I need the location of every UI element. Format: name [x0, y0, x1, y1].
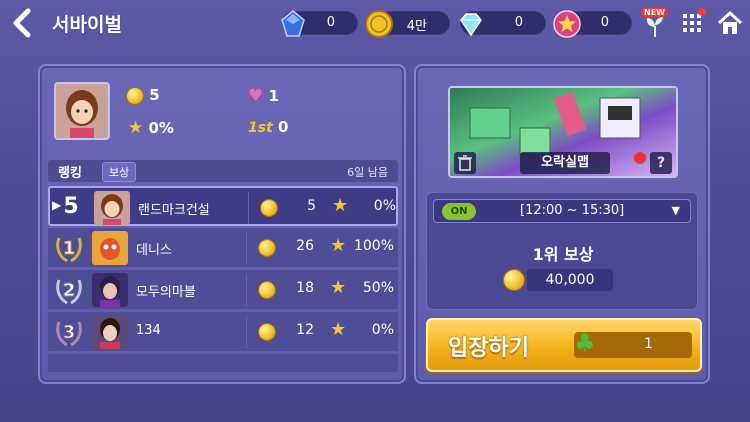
schedule-box: ON [12:00 ~ 15:30] ▼ 1위 보상 40,000 — [426, 192, 698, 310]
map-name: 오락실맵 — [520, 152, 610, 174]
reward-tab[interactable]: 보상 — [102, 162, 137, 182]
back-arrow-icon[interactable] — [10, 8, 34, 38]
row-avatar — [92, 231, 128, 265]
rank-number: 3 — [63, 322, 76, 343]
table-row[interactable]: 3 134 12 ★ 0% — [48, 312, 398, 352]
player-score: 18 — [296, 280, 314, 296]
player-percent: 0% — [371, 322, 394, 338]
ranking-header: 랭킹 보상 6일 남음 — [48, 160, 398, 182]
enter-button[interactable]: 입장하기 ♣ 1 — [426, 318, 702, 372]
blue-gem-counter[interactable]: 0 — [281, 10, 358, 37]
rank-number: 1 — [63, 238, 76, 259]
diamond-counter[interactable]: 0 — [460, 11, 546, 37]
mode-panel: 오락실맵 ? ON [12:00 ~ 15:30] ▼ 1위 보상 40,000… — [414, 64, 710, 384]
star-icon: ★ — [330, 235, 347, 256]
notification-dot — [698, 8, 706, 16]
player-name: 모두의마블 — [136, 285, 196, 300]
row-avatar — [94, 191, 130, 225]
star-token-counter[interactable]: 0 — [553, 10, 632, 38]
divider — [246, 316, 247, 348]
player-percent: 50% — [362, 280, 394, 296]
help-icon[interactable]: ? — [650, 152, 672, 174]
player-percent: 0% — [373, 198, 396, 214]
player-name: 134 — [136, 323, 161, 338]
player-score: 5 — [307, 198, 316, 214]
coin-icon — [260, 199, 278, 217]
blue-gem-icon — [281, 10, 305, 37]
player-name: 데니스 — [136, 243, 172, 258]
divider — [246, 232, 247, 264]
clover-cost: ♣ 1 — [574, 329, 692, 358]
top-bar: 서바이벌 0 4만 0 0 NEW — [0, 0, 750, 46]
gold-coin-counter[interactable]: 4만 — [365, 10, 450, 38]
sprout-icon[interactable] — [644, 14, 666, 38]
first-place-stat: 1st 0 — [248, 118, 289, 136]
page-title: 서바이벌 — [52, 14, 122, 36]
coin-icon — [258, 281, 276, 299]
avatar[interactable] — [54, 82, 110, 140]
clover-count: 1 — [644, 336, 653, 352]
gold-coin-icon — [365, 10, 393, 38]
bronze-medal-icon: 3 — [56, 321, 82, 347]
star-icon: ★ — [330, 319, 347, 340]
trash-icon[interactable] — [454, 152, 476, 174]
map-preview[interactable]: 오락실맵 ? — [448, 86, 678, 178]
home-icon[interactable] — [716, 9, 744, 37]
table-row[interactable]: 1 데니스 26 ★ 100% — [48, 228, 398, 268]
menu-grid-icon[interactable] — [682, 13, 702, 33]
first-place-icon: 1st — [248, 120, 273, 136]
on-toggle[interactable]: ON — [442, 203, 476, 220]
silver-medal-icon: 2 — [56, 279, 82, 305]
player-avatar-image — [56, 84, 108, 138]
reward-amount: 40,000 — [527, 269, 613, 291]
diamond-icon — [460, 13, 482, 37]
ranking-label: 랭킹 — [58, 166, 82, 181]
ranking-list[interactable]: ▶ 5 랜드마크건설 5 ★ 0% 1 데니스 26 ★ 100% 2 모두의마… — [48, 186, 398, 372]
schedule-dropdown[interactable]: ON [12:00 ~ 15:30] ▼ — [433, 199, 691, 223]
coin-icon — [126, 86, 144, 105]
star-token-icon — [553, 10, 581, 38]
table-row[interactable]: ▶ 5 랜드마크건설 5 ★ 0% — [48, 186, 398, 226]
rank-number: 5 — [63, 194, 79, 219]
star-icon: ★ — [332, 195, 349, 216]
row-avatar — [92, 315, 128, 349]
table-row[interactable] — [48, 354, 398, 372]
coin-icon — [258, 239, 276, 257]
player-score: 26 — [296, 238, 314, 254]
rank-number: 2 — [63, 280, 76, 301]
chevron-down-icon: ▼ — [671, 204, 680, 217]
clover-icon: ♣ — [574, 329, 596, 357]
star-icon: ★ — [128, 118, 144, 138]
divider — [248, 192, 249, 224]
enter-label: 입장하기 — [448, 336, 529, 361]
player-score: 12 — [296, 322, 314, 338]
star-stat: ★ 0% — [128, 118, 174, 138]
coin-stat: 5 — [126, 86, 160, 105]
player-name: 랜드마크건설 — [138, 203, 210, 218]
coin-icon — [503, 269, 525, 291]
gold-medal-icon: 1 — [56, 237, 82, 263]
heart-stat: ♥ 1 — [248, 86, 279, 106]
ranking-panel: 5 ♥ 1 ★ 0% 1st 0 랭킹 보상 6일 남음 ▶ 5 랜드마크건설 … — [38, 64, 406, 384]
table-row[interactable]: 2 모두의마블 18 ★ 50% — [48, 270, 398, 310]
reward-title: 1위 보상 — [532, 245, 594, 264]
divider — [246, 274, 247, 306]
row-avatar — [92, 273, 128, 307]
heart-icon: ♥ — [248, 86, 264, 106]
coin-icon — [258, 323, 276, 341]
days-left: 6일 남음 — [347, 166, 388, 179]
star-icon: ★ — [330, 277, 347, 298]
player-percent: 100% — [353, 238, 394, 254]
schedule-time: [12:00 ~ 15:30] — [520, 203, 625, 218]
